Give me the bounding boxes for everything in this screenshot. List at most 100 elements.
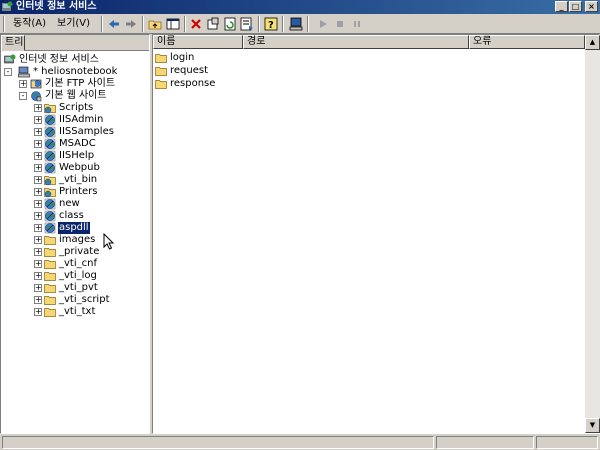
tree-node[interactable]: + images: [1, 234, 149, 246]
expand-icon[interactable]: +: [34, 140, 42, 148]
tree-node[interactable]: + Webpub: [1, 162, 149, 174]
iis-icon: [4, 54, 16, 64]
back-arrow-icon[interactable]: [107, 17, 121, 31]
tree-node[interactable]: + IISAdmin: [1, 114, 149, 126]
expand-icon[interactable]: +: [34, 164, 42, 172]
folder-icon: [155, 80, 167, 89]
tree-node[interactable]: + IISSamples: [1, 126, 149, 138]
expand-icon[interactable]: +: [34, 176, 42, 184]
list-item[interactable]: login: [155, 52, 255, 64]
toolbar-separator: [142, 16, 144, 32]
folder-icon: [44, 308, 56, 317]
tree-node-label: images: [59, 234, 96, 245]
tree-node[interactable]: + _vti_pvt: [1, 282, 149, 294]
collapse-icon[interactable]: -: [19, 92, 27, 100]
folder-icon: [44, 284, 56, 293]
status-cell-tertiary: [536, 436, 598, 449]
column-header-error[interactable]: 오류: [469, 35, 585, 49]
expand-icon[interactable]: +: [34, 128, 42, 136]
pause-icon[interactable]: [350, 17, 364, 31]
column-header-name[interactable]: 이름: [153, 35, 243, 49]
scroll-down-button[interactable]: ▼: [585, 418, 600, 433]
tree-node[interactable]: + _vti_cnf: [1, 258, 149, 270]
properties-icon[interactable]: [206, 17, 220, 31]
show-hide-tree-icon[interactable]: [166, 17, 180, 31]
tree-node[interactable]: + _vti_txt: [1, 306, 149, 318]
tree-node[interactable]: + _vti_script: [1, 294, 149, 306]
tree-node-label: 인터넷 정보 서비스: [19, 54, 99, 65]
expand-icon[interactable]: +: [34, 224, 42, 232]
tree-node[interactable]: + new: [1, 198, 149, 210]
expand-icon[interactable]: +: [34, 308, 42, 316]
tree-node-label: IISSamples: [59, 126, 114, 137]
list-item[interactable]: response: [155, 78, 255, 90]
computer-icon[interactable]: [289, 17, 303, 31]
tree-node[interactable]: + _vti_log: [1, 270, 149, 282]
scroll-up-button[interactable]: ▲: [585, 35, 600, 50]
collapse-icon[interactable]: -: [4, 68, 12, 76]
expand-icon[interactable]: +: [34, 284, 42, 292]
maximize-button[interactable]: □: [569, 1, 582, 12]
vertical-scrollbar[interactable]: ▲ ▼: [585, 35, 600, 433]
menu-view[interactable]: 보기(V): [55, 17, 92, 30]
globe-app-icon: [44, 138, 56, 150]
tree-node[interactable]: - * heliosnotebook: [1, 66, 149, 78]
delete-icon[interactable]: [189, 17, 203, 31]
tree-node[interactable]: + 기본 FTP 사이트: [1, 78, 149, 90]
column-header-path[interactable]: 경로: [243, 35, 469, 49]
tree-node-label: _private: [59, 246, 100, 257]
globe-app-icon: [44, 150, 56, 162]
expand-icon[interactable]: +: [34, 272, 42, 280]
menu-action[interactable]: 동작(A): [11, 17, 48, 30]
list-item[interactable]: request: [155, 65, 255, 77]
globe-app-icon: [44, 114, 56, 126]
globe-app-icon: [44, 126, 56, 138]
tree-node[interactable]: + _vti_bin: [1, 174, 149, 186]
globe-app-icon: [44, 222, 56, 234]
tree-node[interactable]: + class: [1, 210, 149, 222]
minimize-button[interactable]: _: [555, 1, 568, 12]
up-folder-icon[interactable]: [148, 17, 162, 31]
svg-text:?: ?: [268, 20, 274, 31]
toolbar-separator: [101, 16, 103, 32]
ftp-site-icon: [30, 79, 42, 89]
tree-node[interactable]: + MSADC: [1, 138, 149, 150]
export-list-icon[interactable]: [240, 17, 254, 31]
stop-icon[interactable]: [333, 17, 347, 31]
expand-icon[interactable]: +: [34, 236, 42, 244]
expand-icon[interactable]: +: [34, 116, 42, 124]
expand-icon[interactable]: +: [34, 188, 42, 196]
expand-icon[interactable]: +: [19, 80, 27, 88]
help-icon[interactable]: ?: [264, 17, 278, 31]
expand-icon[interactable]: +: [34, 212, 42, 220]
toolbar-separator: [184, 16, 186, 32]
tree-node-label: _vti_script: [59, 294, 110, 305]
mouse-cursor-icon: [103, 233, 115, 250]
list-item-name: request: [170, 65, 209, 76]
expand-icon[interactable]: +: [34, 260, 42, 268]
play-icon[interactable]: [316, 17, 330, 31]
expand-icon[interactable]: +: [34, 248, 42, 256]
refresh-icon[interactable]: [223, 17, 237, 31]
tree-node-label: IISAdmin: [59, 114, 104, 125]
expand-icon[interactable]: +: [34, 200, 42, 208]
status-cell-main: [2, 436, 434, 449]
tree-node[interactable]: + aspdll: [1, 221, 149, 235]
tree-node[interactable]: + Printers: [1, 186, 149, 198]
forward-arrow-icon[interactable]: [124, 17, 138, 31]
folder-icon: [155, 67, 167, 76]
expand-icon[interactable]: +: [34, 104, 42, 112]
tree-node-label: _vti_pvt: [59, 282, 98, 293]
tree-node[interactable]: + Scripts: [1, 102, 149, 114]
tree-tab-header: 트리: [1, 35, 149, 51]
tree-node[interactable]: - 기본 웹 사이트: [1, 90, 149, 102]
tree-node[interactable]: + IISHelp: [1, 150, 149, 162]
tab-tree[interactable]: 트리: [1, 35, 25, 51]
tree-node[interactable]: 인터넷 정보 서비스: [1, 54, 149, 66]
expand-icon[interactable]: +: [34, 296, 42, 304]
tree-node[interactable]: + _private: [1, 246, 149, 258]
expand-icon[interactable]: +: [34, 152, 42, 160]
close-button[interactable]: ×: [585, 1, 598, 12]
folder-icon: [44, 260, 56, 269]
folder-icon: [44, 296, 56, 305]
